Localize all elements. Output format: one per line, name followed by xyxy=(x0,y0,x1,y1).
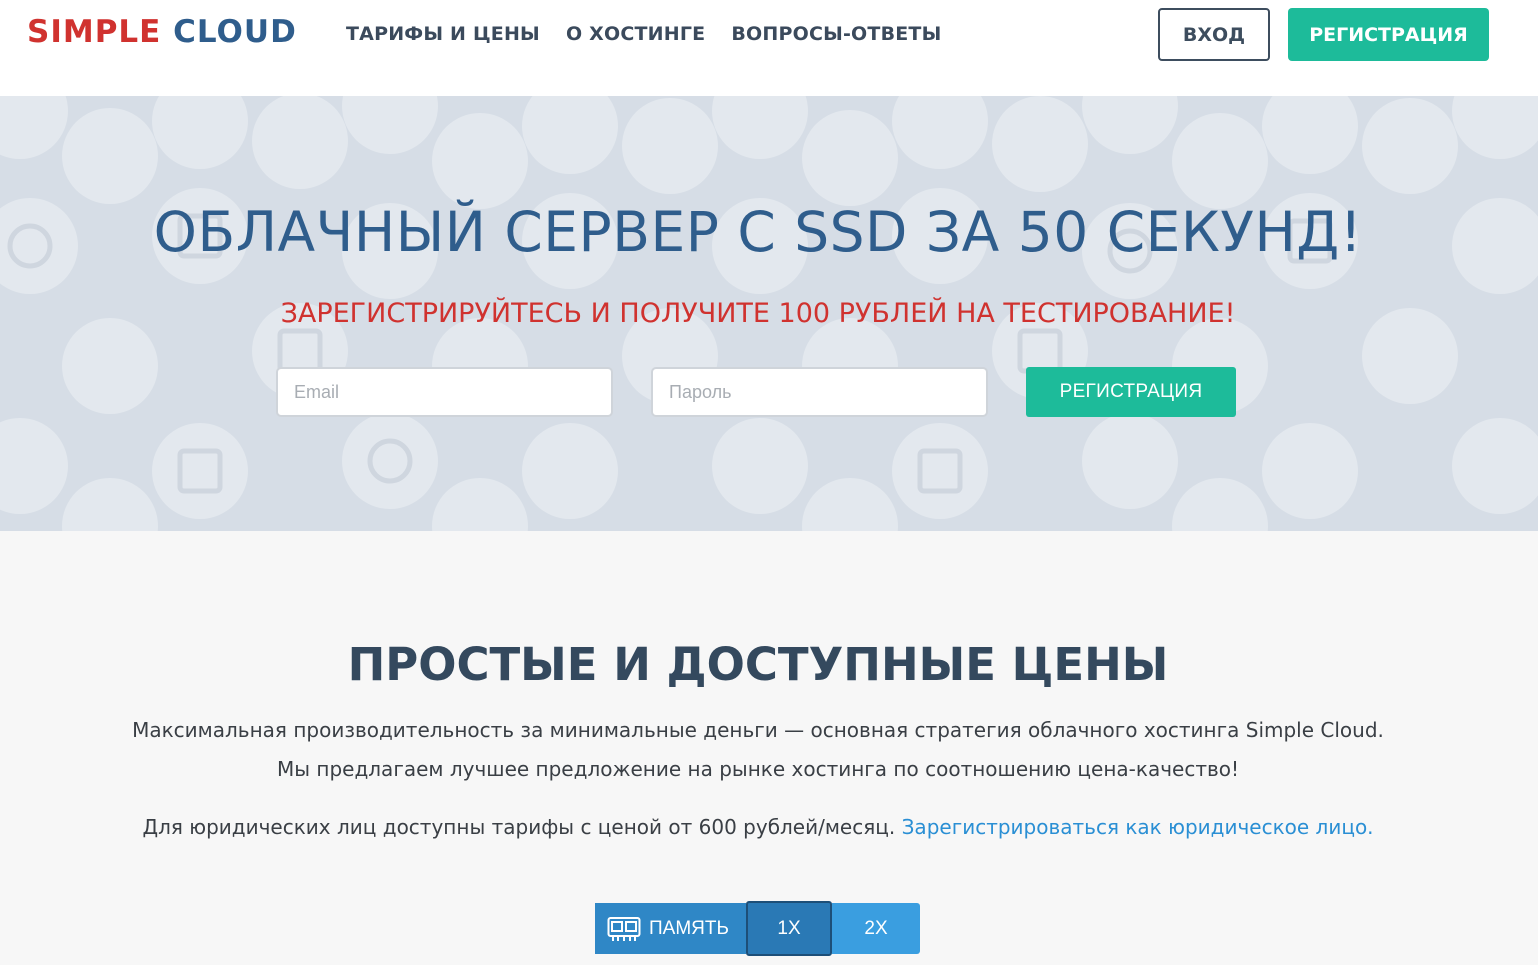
memory-switch: ПАМЯТЬ 1X 2X xyxy=(595,901,920,956)
pricing-text-legal: Для юридических лиц доступны тарифы с це… xyxy=(0,815,1516,839)
logo[interactable]: SIMPLE CLOUD xyxy=(27,14,297,50)
header-register-button[interactable]: РЕГИСТРАЦИЯ xyxy=(1288,8,1489,61)
logo-part-simple: SIMPLE xyxy=(27,14,162,50)
logo-part-cloud: CLOUD xyxy=(173,14,297,50)
hero-subtitle: ЗАРЕГИСТРИРУЙТЕСЬ И ПОЛУЧИТЕ 100 РУБЛЕЙ … xyxy=(280,298,1236,329)
pricing-text-line1: Максимальная производительность за миним… xyxy=(132,718,1384,742)
login-button[interactable]: ВХОД xyxy=(1158,8,1270,61)
memory-label-text: ПАМЯТЬ xyxy=(649,917,729,939)
nav-item-faq[interactable]: ВОПРОСЫ-ОТВЕТЫ xyxy=(731,23,941,45)
pricing-title: ПРОСТЫЕ И ДОСТУПНЫЕ ЦЕНЫ xyxy=(347,638,1169,691)
nav-item-pricing[interactable]: ТАРИФЫ И ЦЕНЫ xyxy=(346,23,540,45)
site-header: SIMPLE CLOUD ТАРИФЫ И ЦЕНЫ О ХОСТИНГЕ ВО… xyxy=(0,0,1538,96)
legal-entity-text: Для юридических лиц доступны тарифы с це… xyxy=(142,815,896,839)
memory-label: ПАМЯТЬ xyxy=(595,903,746,954)
main-nav: ТАРИФЫ И ЦЕНЫ О ХОСТИНГЕ ВОПРОСЫ-ОТВЕТЫ xyxy=(346,23,941,45)
hero-register-button[interactable]: РЕГИСТРАЦИЯ xyxy=(1026,367,1236,417)
password-field[interactable] xyxy=(651,367,988,417)
memory-option-2x[interactable]: 2X xyxy=(832,903,920,954)
email-field[interactable] xyxy=(276,367,613,417)
legal-entity-register-link[interactable]: Зарегистрироваться как юридическое лицо. xyxy=(902,815,1374,839)
nav-item-about[interactable]: О ХОСТИНГЕ xyxy=(566,23,705,45)
pricing-text-line2: Мы предлагаем лучшее предложение на рынк… xyxy=(276,757,1240,781)
hero-section: ОБЛАЧНЫЙ СЕРВЕР С SSD ЗА 50 СЕКУНД! ЗАРЕ… xyxy=(0,96,1538,531)
hero-title: ОБЛАЧНЫЙ СЕРВЕР С SSD ЗА 50 СЕКУНД! xyxy=(153,200,1363,264)
memory-icon xyxy=(607,916,641,941)
memory-option-1x[interactable]: 1X xyxy=(746,901,832,956)
